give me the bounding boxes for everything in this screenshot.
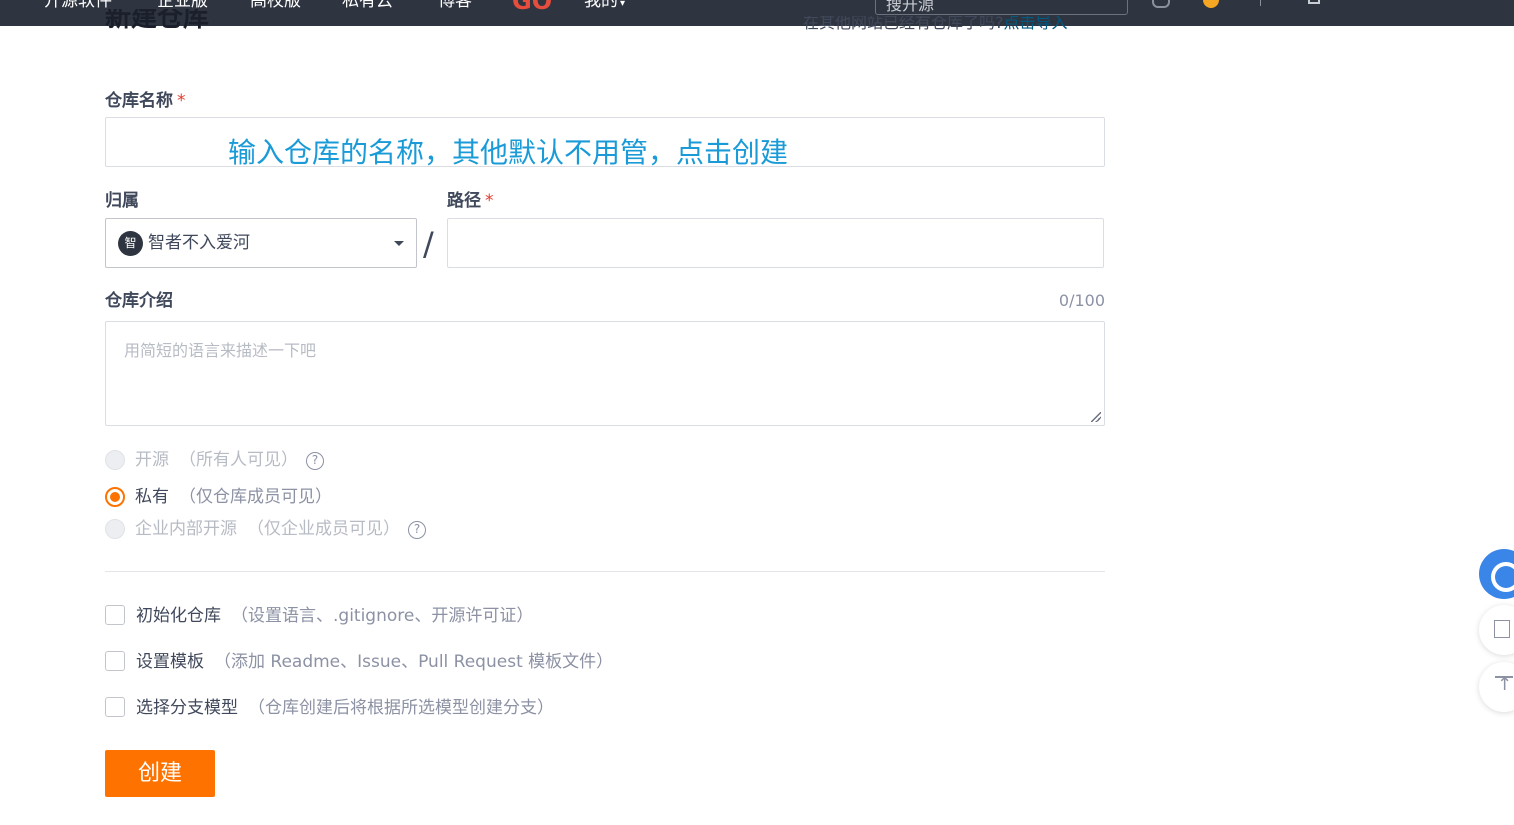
import-link[interactable]: 点击导入 bbox=[1004, 16, 1068, 32]
nav-link-open-source[interactable]: 开源软件 bbox=[44, 0, 112, 12]
description-placeholder: 用简短的语言来描述一下吧 bbox=[124, 341, 317, 360]
help-icon[interactable]: ? bbox=[408, 521, 426, 539]
back-to-top-button[interactable] bbox=[1479, 662, 1514, 712]
required-mark: * bbox=[177, 91, 186, 111]
option-note: （仅仓库成员可见） bbox=[179, 487, 332, 507]
search-placeholder: 搜开源 bbox=[886, 0, 935, 14]
option-note: （所有人可见） bbox=[179, 450, 298, 470]
option-label: 初始化仓库 bbox=[136, 606, 221, 626]
import-hint: 在其他网站已经有仓库了吗?点击导入 bbox=[803, 16, 1068, 38]
nav-divider bbox=[1260, 0, 1261, 6]
checkbox[interactable] bbox=[105, 605, 125, 625]
nav-link-blog[interactable]: 博客 bbox=[438, 0, 472, 12]
checkbox[interactable] bbox=[105, 651, 125, 671]
plus-icon[interactable] bbox=[1308, 0, 1320, 4]
option-label: 设置模板 bbox=[136, 652, 204, 672]
go-logo[interactable]: GO bbox=[512, 0, 552, 14]
import-hint-text: 在其他网站已经有仓库了吗? bbox=[803, 16, 1004, 32]
description-label: 仓库介绍 bbox=[105, 291, 173, 311]
nav-link-private-cloud[interactable]: 私有云 bbox=[342, 0, 393, 12]
divider bbox=[105, 571, 1105, 572]
required-mark: * bbox=[485, 191, 494, 211]
nav-link-education[interactable]: 高校版 bbox=[250, 0, 301, 12]
bell-icon[interactable] bbox=[1152, 0, 1170, 8]
feedback-button[interactable] bbox=[1479, 605, 1514, 655]
chevron-down-icon bbox=[394, 241, 404, 246]
option-note: （添加 Readme、Issue、Pull Request 模板文件） bbox=[214, 652, 614, 672]
checkbox[interactable] bbox=[105, 697, 125, 717]
bulb-icon[interactable] bbox=[1203, 0, 1219, 8]
radio-button[interactable] bbox=[105, 450, 125, 470]
back-to-top-icon bbox=[1495, 675, 1513, 696]
option-note: （设置语言、.gitignore、开源许可证） bbox=[231, 606, 534, 626]
float-logo-icon[interactable] bbox=[1479, 549, 1514, 599]
description-textarea[interactable]: 用简短的语言来描述一下吧 bbox=[105, 321, 1105, 426]
chevron-down-icon: ▾ bbox=[620, 0, 626, 9]
option-label: 选择分支模型 bbox=[136, 698, 238, 718]
option-label: 企业内部开源 bbox=[135, 519, 237, 539]
annotation-overlay: 输入仓库的名称，其他默认不用管，点击创建 bbox=[228, 136, 789, 169]
radio-button[interactable] bbox=[105, 519, 125, 539]
resize-handle-icon[interactable] bbox=[1091, 412, 1101, 422]
option-note: （仓库创建后将根据所选模型创建分支） bbox=[248, 698, 554, 718]
owner-select[interactable]: 智 智者不入爱河 bbox=[105, 218, 417, 268]
repo-name-label: 仓库名称 * bbox=[105, 91, 186, 111]
option-label: 开源 bbox=[135, 450, 169, 470]
top-nav: 开源软件 企业版 高校版 私有云 博客 GO 我的 ▾ 搜开源 bbox=[0, 0, 1514, 26]
char-counter: 0/100 bbox=[1058, 291, 1105, 310]
owner-label: 归属 bbox=[105, 191, 139, 211]
nav-my-label: 我的 bbox=[584, 0, 618, 11]
nav-my-menu[interactable]: 我的 ▾ bbox=[584, 0, 625, 15]
option-note: （仅企业成员可见） bbox=[247, 519, 400, 539]
option-label: 私有 bbox=[135, 487, 169, 507]
search-input[interactable]: 搜开源 bbox=[875, 0, 1128, 15]
help-icon[interactable]: ? bbox=[306, 452, 324, 470]
path-input[interactable] bbox=[447, 218, 1104, 268]
page-title: 新建仓库 bbox=[105, 9, 210, 33]
create-button[interactable]: 创建 bbox=[105, 750, 215, 797]
edit-icon bbox=[1494, 620, 1510, 638]
avatar: 智 bbox=[118, 231, 143, 256]
owner-value: 智者不入爱河 bbox=[148, 233, 250, 253]
radio-button-checked[interactable] bbox=[105, 487, 125, 507]
path-separator: / bbox=[423, 225, 434, 263]
path-label: 路径 * bbox=[447, 191, 494, 211]
